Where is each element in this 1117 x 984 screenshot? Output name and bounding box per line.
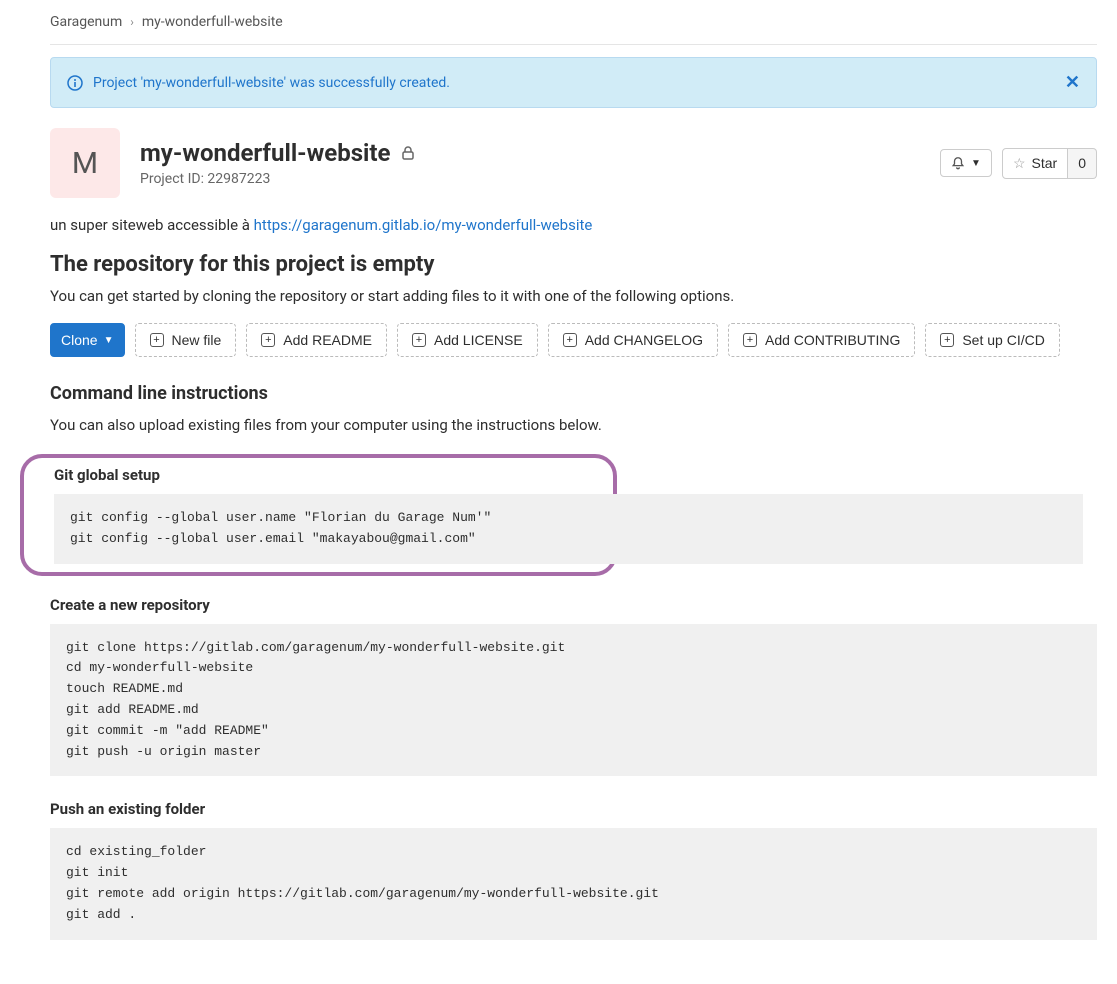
- action-buttons: Clone ▼ + New file + Add README + Add LI…: [50, 323, 1097, 357]
- add-readme-button[interactable]: + Add README: [246, 323, 387, 357]
- empty-repo-title: The repository for this project is empty: [50, 252, 1097, 277]
- divider: [50, 44, 1097, 45]
- cli-subtitle: You can also upload existing files from …: [50, 416, 1097, 434]
- star-count[interactable]: 0: [1068, 148, 1097, 179]
- project-header: M my-wonderfull-website Project ID: 2298…: [50, 128, 1097, 198]
- star-label: Star: [1032, 155, 1058, 171]
- lock-icon: [400, 145, 416, 161]
- new-file-button[interactable]: + New file: [135, 323, 237, 357]
- code-section-label: Push an existing folder: [50, 800, 1097, 818]
- code-section: Push an existing folder cd existing_fold…: [50, 800, 1097, 939]
- code-section-label: Create a new repository: [50, 596, 1097, 614]
- add-contributing-button[interactable]: + Add CONTRIBUTING: [728, 323, 915, 357]
- plus-icon: +: [743, 333, 757, 347]
- code-section: Create a new repository git clone https:…: [50, 596, 1097, 777]
- highlighted-section: Git global setup git config --global use…: [20, 454, 617, 576]
- chevron-down-icon: ▼: [971, 158, 981, 169]
- success-alert: Project 'my-wonderfull-website' was succ…: [50, 57, 1097, 108]
- project-id: Project ID: 22987223: [140, 171, 920, 187]
- breadcrumb-root[interactable]: Garagenum: [50, 14, 122, 30]
- star-icon: ☆: [1013, 155, 1026, 172]
- plus-icon: +: [563, 333, 577, 347]
- project-description: un super siteweb accessible à https://ga…: [50, 216, 1097, 234]
- plus-icon: +: [150, 333, 164, 347]
- code-block: git config --global user.name "Florian d…: [54, 494, 1083, 564]
- notification-button[interactable]: ▼: [940, 149, 992, 177]
- star-button[interactable]: ☆ Star: [1002, 148, 1068, 179]
- setup-cicd-button[interactable]: + Set up CI/CD: [925, 323, 1059, 357]
- alert-message: Project 'my-wonderfull-website' was succ…: [93, 75, 1055, 91]
- clone-button[interactable]: Clone ▼: [50, 323, 125, 357]
- plus-icon: +: [940, 333, 954, 347]
- cli-title: Command line instructions: [50, 383, 1097, 404]
- info-icon: [67, 75, 83, 91]
- project-avatar: M: [50, 128, 120, 198]
- add-changelog-button[interactable]: + Add CHANGELOG: [548, 323, 718, 357]
- clone-label: Clone: [61, 332, 98, 348]
- close-icon[interactable]: ✕: [1065, 72, 1080, 93]
- breadcrumb: Garagenum › my-wonderfull-website: [50, 0, 1097, 44]
- code-section-label: Git global setup: [54, 466, 603, 484]
- star-button-group: ☆ Star 0: [1002, 148, 1097, 179]
- add-license-button[interactable]: + Add LICENSE: [397, 323, 538, 357]
- chevron-right-icon: ›: [130, 15, 134, 29]
- project-title: my-wonderfull-website: [140, 139, 390, 167]
- code-block: git clone https://gitlab.com/garagenum/m…: [50, 624, 1097, 777]
- empty-repo-subtitle: You can get started by cloning the repos…: [50, 287, 1097, 305]
- plus-icon: +: [261, 333, 275, 347]
- code-block: cd existing_folder git init git remote a…: [50, 828, 1097, 939]
- chevron-down-icon: ▼: [104, 335, 114, 346]
- breadcrumb-current[interactable]: my-wonderfull-website: [142, 14, 283, 30]
- bell-icon: [951, 156, 965, 170]
- plus-icon: +: [412, 333, 426, 347]
- description-text: un super siteweb accessible à: [50, 216, 254, 234]
- description-link[interactable]: https://garagenum.gitlab.io/my-wonderful…: [254, 216, 593, 234]
